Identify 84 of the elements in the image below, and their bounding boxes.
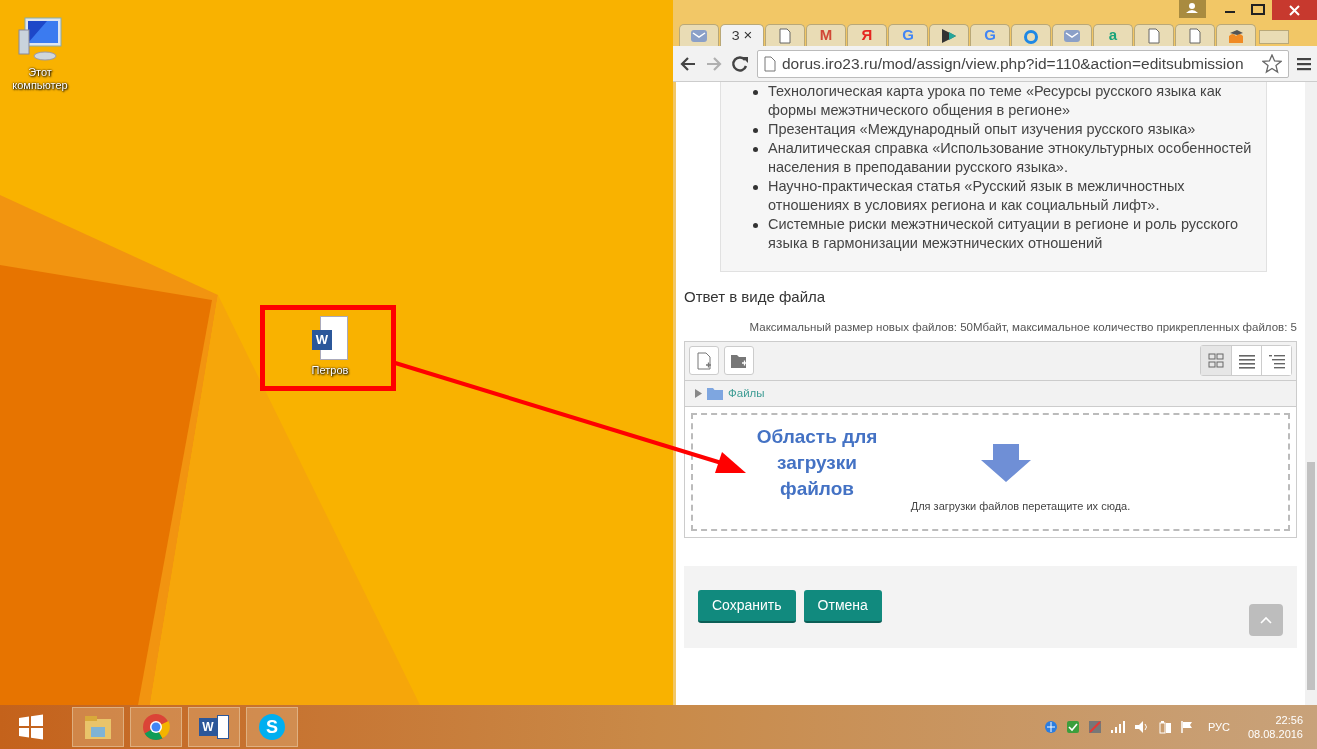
section-title: Ответ в виде файла — [684, 287, 827, 307]
clock-time[interactable]: 22:56 — [1275, 713, 1303, 727]
new-file-icon — [696, 351, 712, 370]
tab-logo-icon: a — [1108, 24, 1118, 47]
ring-icon — [1023, 27, 1039, 44]
grid-view-icon — [1208, 352, 1224, 369]
page-icon — [1147, 27, 1161, 44]
scrollbar[interactable] — [1305, 82, 1317, 705]
bullet-icon — [753, 223, 758, 228]
clock-date[interactable]: 08.08.2016 — [1247, 727, 1303, 741]
star-icon[interactable] — [1262, 53, 1282, 74]
tab-logo-icon: G — [902, 24, 914, 47]
taskbar-app-button[interactable]: W — [188, 707, 240, 747]
browser-tab[interactable]: G — [970, 24, 1010, 46]
browser-tab[interactable] — [1216, 24, 1256, 46]
folder-link[interactable]: Файлы — [728, 384, 765, 402]
expand-caret-icon[interactable] — [695, 388, 702, 398]
browser-tab[interactable] — [929, 24, 969, 46]
speaker-icon[interactable] — [1133, 720, 1150, 734]
tab-logo-icon: Я — [861, 24, 873, 47]
taskbar-app-button[interactable] — [130, 707, 182, 747]
folder-icon — [707, 386, 723, 400]
address-field[interactable]: dorus.iro23.ru/mod/assign/view.php?id=110&action=editsubmission — [757, 49, 1289, 78]
reload-icon[interactable] — [731, 54, 749, 73]
browser-tab[interactable]: Я — [847, 24, 887, 46]
windows-start-icon[interactable] — [16, 712, 46, 742]
menu-icon[interactable] — [1297, 55, 1311, 72]
skype-icon: S — [259, 714, 285, 740]
folder-icon — [730, 352, 748, 369]
browser-tab[interactable]: G — [888, 24, 928, 46]
browser-tab[interactable]: З × — [720, 24, 764, 46]
check-icon[interactable] — [1065, 720, 1080, 734]
tree-view-icon — [1268, 352, 1285, 369]
form-button[interactable]: Сохранить — [698, 590, 796, 624]
folder-icon — [83, 713, 113, 741]
tab-logo-icon: G — [984, 24, 996, 47]
envelope-icon — [690, 27, 708, 44]
flag-icon[interactable] — [1179, 720, 1194, 734]
graduation-cap-icon — [1227, 27, 1245, 44]
icon-label: Этот компьютер — [11, 66, 69, 92]
new-tab-button[interactable] — [1259, 30, 1289, 44]
down-arrow-icon — [980, 444, 1031, 485]
crossed-box-icon[interactable] — [1087, 720, 1102, 734]
back-arrow-icon[interactable] — [679, 54, 697, 73]
file-limits-text: Максимальный размер новых файлов: 50Мбайт, максимальное количество прикрепленных файлов: 5 — [748, 319, 1297, 335]
create-folder-button[interactable] — [724, 346, 754, 376]
page-icon — [778, 27, 792, 44]
list-item: Технологическая карта урока по теме «Ресурсы русского языка как формы межэтнического общения в регионе» — [768, 82, 1223, 120]
envelope-icon — [1063, 27, 1081, 44]
user-icon[interactable] — [1179, 0, 1206, 18]
battery-icon[interactable] — [1157, 720, 1172, 734]
language-indicator[interactable]: РУС — [1207, 718, 1230, 736]
browser-tab[interactable]: M — [806, 24, 846, 46]
signal-bars-icon[interactable] — [1109, 720, 1126, 734]
bullet-icon — [753, 185, 758, 190]
scrollbar-thumb[interactable] — [1307, 462, 1315, 690]
computer-icon[interactable] — [17, 16, 63, 62]
list-item: Презентация «Международный опыт изучения русского языка» — [768, 120, 1196, 139]
scroll-top-button[interactable] — [1249, 603, 1283, 636]
drop-hint: Для загрузки файлов перетащите их сюда. — [910, 499, 1131, 515]
forward-arrow-icon[interactable] — [705, 54, 723, 73]
bullet-icon — [753, 90, 758, 95]
form-button[interactable]: Отмена — [803, 590, 882, 624]
chevron-up-icon — [1260, 615, 1272, 624]
tab-logo-icon: M — [819, 24, 833, 47]
view-mode-button[interactable] — [1261, 346, 1291, 376]
browser-tab[interactable]: a — [1093, 24, 1133, 46]
bullet-icon — [753, 128, 758, 133]
play-icon — [940, 27, 958, 44]
taskbar-app-button[interactable] — [72, 707, 124, 747]
annotation-label: Область для загрузки файлов — [755, 425, 879, 501]
list-item: Системные риски межэтнической ситуации в регионе и роль русского языка в гармонизации межэтнических отношений — [768, 215, 1240, 253]
bullet-icon — [753, 147, 758, 152]
taskbar-app-button[interactable]: S — [246, 707, 298, 747]
page-icon — [764, 55, 776, 72]
list-item: Научно-практическая статья «Русский язык в межличностных отношениях в условиях региона и как социальный лифт». — [768, 177, 1186, 215]
chrome-icon — [142, 713, 170, 741]
add-file-button[interactable] — [689, 346, 719, 376]
close-icon[interactable] — [1272, 0, 1317, 20]
icon-label: Петров — [311, 364, 349, 377]
list-view-icon — [1238, 352, 1255, 369]
tab-close-icon[interactable]: × — [743, 24, 753, 47]
list-item: Аналитическая справка «Использование этнокультурных особенностей населения в преподавании русского языка». — [768, 139, 1252, 177]
page-icon — [1188, 27, 1202, 44]
